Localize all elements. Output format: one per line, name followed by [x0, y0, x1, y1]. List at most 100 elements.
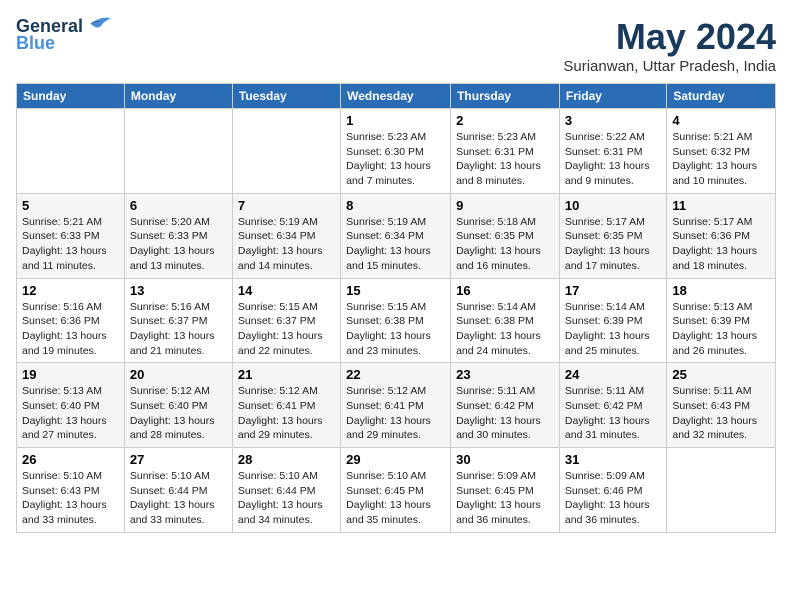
calendar-day-cell: 12 Sunrise: 5:16 AM Sunset: 6:36 PM Dayli…: [17, 278, 125, 363]
calendar-day-cell: 10 Sunrise: 5:17 AM Sunset: 6:35 PM Dayli…: [559, 193, 666, 278]
day-info: Sunrise: 5:17 AM Sunset: 6:36 PM Dayligh…: [672, 215, 770, 274]
day-of-week-header: Saturday: [667, 84, 776, 109]
day-number: 10: [565, 198, 661, 213]
day-number: 23: [456, 367, 554, 382]
calendar-day-cell: 19 Sunrise: 5:13 AM Sunset: 6:40 PM Dayli…: [17, 363, 125, 448]
day-number: 13: [130, 283, 227, 298]
calendar-day-cell: 13 Sunrise: 5:16 AM Sunset: 6:37 PM Dayli…: [124, 278, 232, 363]
day-number: 11: [672, 198, 770, 213]
day-number: 18: [672, 283, 770, 298]
calendar-week-row: 12 Sunrise: 5:16 AM Sunset: 6:36 PM Dayli…: [17, 278, 776, 363]
day-number: 27: [130, 452, 227, 467]
calendar-day-cell: 1Sunrise: 5:23 AM Sunset: 6:30 PM Daylig…: [341, 109, 451, 194]
logo-bird-icon: [85, 14, 113, 32]
day-number: 6: [130, 198, 227, 213]
day-number: 9: [456, 198, 554, 213]
calendar-day-cell: 17Sunrise: 5:14 AM Sunset: 6:39 PM Dayli…: [559, 278, 666, 363]
day-info: Sunrise: 5:11 AM Sunset: 6:42 PM Dayligh…: [565, 384, 661, 443]
day-info: Sunrise: 5:18 AM Sunset: 6:35 PM Dayligh…: [456, 215, 554, 274]
calendar-day-cell: 18Sunrise: 5:13 AM Sunset: 6:39 PM Dayli…: [667, 278, 776, 363]
day-info: Sunrise: 5:15 AM Sunset: 6:37 PM Dayligh…: [238, 300, 335, 359]
day-info: Sunrise: 5:23 AM Sunset: 6:31 PM Dayligh…: [456, 130, 554, 189]
day-number: 7: [238, 198, 335, 213]
calendar-day-cell: 26 Sunrise: 5:10 AM Sunset: 6:43 PM Dayli…: [17, 448, 125, 533]
day-number: 29: [346, 452, 445, 467]
day-info: Sunrise: 5:19 AM Sunset: 6:34 PM Dayligh…: [238, 215, 335, 274]
day-number: 2: [456, 113, 554, 128]
calendar-day-cell: 5 Sunrise: 5:21 AM Sunset: 6:33 PM Daylig…: [17, 193, 125, 278]
day-number: 16: [456, 283, 554, 298]
day-number: 14: [238, 283, 335, 298]
calendar-day-cell: 22 Sunrise: 5:12 AM Sunset: 6:41 PM Dayli…: [341, 363, 451, 448]
calendar-day-cell: 7 Sunrise: 5:19 AM Sunset: 6:34 PM Daylig…: [232, 193, 340, 278]
day-info: Sunrise: 5:12 AM Sunset: 6:40 PM Dayligh…: [130, 384, 227, 443]
calendar-table: SundayMondayTuesdayWednesdayThursdayFrid…: [16, 83, 776, 533]
day-info: Sunrise: 5:16 AM Sunset: 6:37 PM Dayligh…: [130, 300, 227, 359]
calendar-day-cell: 15 Sunrise: 5:15 AM Sunset: 6:38 PM Dayli…: [341, 278, 451, 363]
calendar-header-row: SundayMondayTuesdayWednesdayThursdayFrid…: [17, 84, 776, 109]
calendar-day-cell: 8Sunrise: 5:19 AM Sunset: 6:34 PM Daylig…: [341, 193, 451, 278]
day-info: Sunrise: 5:14 AM Sunset: 6:38 PM Dayligh…: [456, 300, 554, 359]
calendar-week-row: 5 Sunrise: 5:21 AM Sunset: 6:33 PM Daylig…: [17, 193, 776, 278]
title-block: May 2024 Surianwan, Uttar Pradesh, India: [563, 16, 776, 75]
day-number: 21: [238, 367, 335, 382]
calendar-day-cell: 16 Sunrise: 5:14 AM Sunset: 6:38 PM Dayli…: [451, 278, 560, 363]
day-info: Sunrise: 5:11 AM Sunset: 6:42 PM Dayligh…: [456, 384, 554, 443]
day-number: 19: [22, 367, 119, 382]
location: Surianwan, Uttar Pradesh, India: [563, 58, 776, 75]
day-number: 17: [565, 283, 661, 298]
day-info: Sunrise: 5:22 AM Sunset: 6:31 PM Dayligh…: [565, 130, 661, 189]
day-number: 20: [130, 367, 227, 382]
calendar-day-cell: 9 Sunrise: 5:18 AM Sunset: 6:35 PM Daylig…: [451, 193, 560, 278]
day-info: Sunrise: 5:17 AM Sunset: 6:35 PM Dayligh…: [565, 215, 661, 274]
day-number: 26: [22, 452, 119, 467]
day-info: Sunrise: 5:10 AM Sunset: 6:44 PM Dayligh…: [130, 469, 227, 528]
calendar-day-cell: 29Sunrise: 5:10 AM Sunset: 6:45 PM Dayli…: [341, 448, 451, 533]
day-number: 22: [346, 367, 445, 382]
day-number: 12: [22, 283, 119, 298]
day-info: Sunrise: 5:15 AM Sunset: 6:38 PM Dayligh…: [346, 300, 445, 359]
day-of-week-header: Wednesday: [341, 84, 451, 109]
day-number: 1: [346, 113, 445, 128]
logo-blue-text: Blue: [16, 33, 55, 54]
calendar-day-cell: 23 Sunrise: 5:11 AM Sunset: 6:42 PM Dayli…: [451, 363, 560, 448]
page-header: General Blue May 2024 Surianwan, Uttar P…: [16, 16, 776, 75]
day-number: 24: [565, 367, 661, 382]
day-number: 25: [672, 367, 770, 382]
day-number: 5: [22, 198, 119, 213]
day-info: Sunrise: 5:10 AM Sunset: 6:43 PM Dayligh…: [22, 469, 119, 528]
day-of-week-header: Tuesday: [232, 84, 340, 109]
calendar-day-cell: 31Sunrise: 5:09 AM Sunset: 6:46 PM Dayli…: [559, 448, 666, 533]
calendar-day-cell: [667, 448, 776, 533]
day-info: Sunrise: 5:20 AM Sunset: 6:33 PM Dayligh…: [130, 215, 227, 274]
calendar-day-cell: 3Sunrise: 5:22 AM Sunset: 6:31 PM Daylig…: [559, 109, 666, 194]
calendar-day-cell: 24 Sunrise: 5:11 AM Sunset: 6:42 PM Dayli…: [559, 363, 666, 448]
day-of-week-header: Monday: [124, 84, 232, 109]
calendar-day-cell: 30 Sunrise: 5:09 AM Sunset: 6:45 PM Dayli…: [451, 448, 560, 533]
day-of-week-header: Thursday: [451, 84, 560, 109]
day-of-week-header: Friday: [559, 84, 666, 109]
day-number: 15: [346, 283, 445, 298]
day-number: 30: [456, 452, 554, 467]
calendar-week-row: 19 Sunrise: 5:13 AM Sunset: 6:40 PM Dayli…: [17, 363, 776, 448]
day-info: Sunrise: 5:09 AM Sunset: 6:46 PM Dayligh…: [565, 469, 661, 528]
calendar-week-row: 1Sunrise: 5:23 AM Sunset: 6:30 PM Daylig…: [17, 109, 776, 194]
day-info: Sunrise: 5:12 AM Sunset: 6:41 PM Dayligh…: [238, 384, 335, 443]
calendar-day-cell: 21 Sunrise: 5:12 AM Sunset: 6:41 PM Dayli…: [232, 363, 340, 448]
day-info: Sunrise: 5:16 AM Sunset: 6:36 PM Dayligh…: [22, 300, 119, 359]
calendar-day-cell: 6 Sunrise: 5:20 AM Sunset: 6:33 PM Daylig…: [124, 193, 232, 278]
calendar-day-cell: [124, 109, 232, 194]
month-title: May 2024: [563, 16, 776, 58]
calendar-day-cell: [17, 109, 125, 194]
day-info: Sunrise: 5:12 AM Sunset: 6:41 PM Dayligh…: [346, 384, 445, 443]
calendar-day-cell: 28Sunrise: 5:10 AM Sunset: 6:44 PM Dayli…: [232, 448, 340, 533]
calendar-day-cell: 2 Sunrise: 5:23 AM Sunset: 6:31 PM Daylig…: [451, 109, 560, 194]
day-info: Sunrise: 5:13 AM Sunset: 6:40 PM Dayligh…: [22, 384, 119, 443]
calendar-day-cell: 11 Sunrise: 5:17 AM Sunset: 6:36 PM Dayli…: [667, 193, 776, 278]
logo: General Blue: [16, 16, 113, 54]
day-info: Sunrise: 5:09 AM Sunset: 6:45 PM Dayligh…: [456, 469, 554, 528]
day-number: 28: [238, 452, 335, 467]
day-number: 4: [672, 113, 770, 128]
day-info: Sunrise: 5:21 AM Sunset: 6:33 PM Dayligh…: [22, 215, 119, 274]
calendar-day-cell: [232, 109, 340, 194]
